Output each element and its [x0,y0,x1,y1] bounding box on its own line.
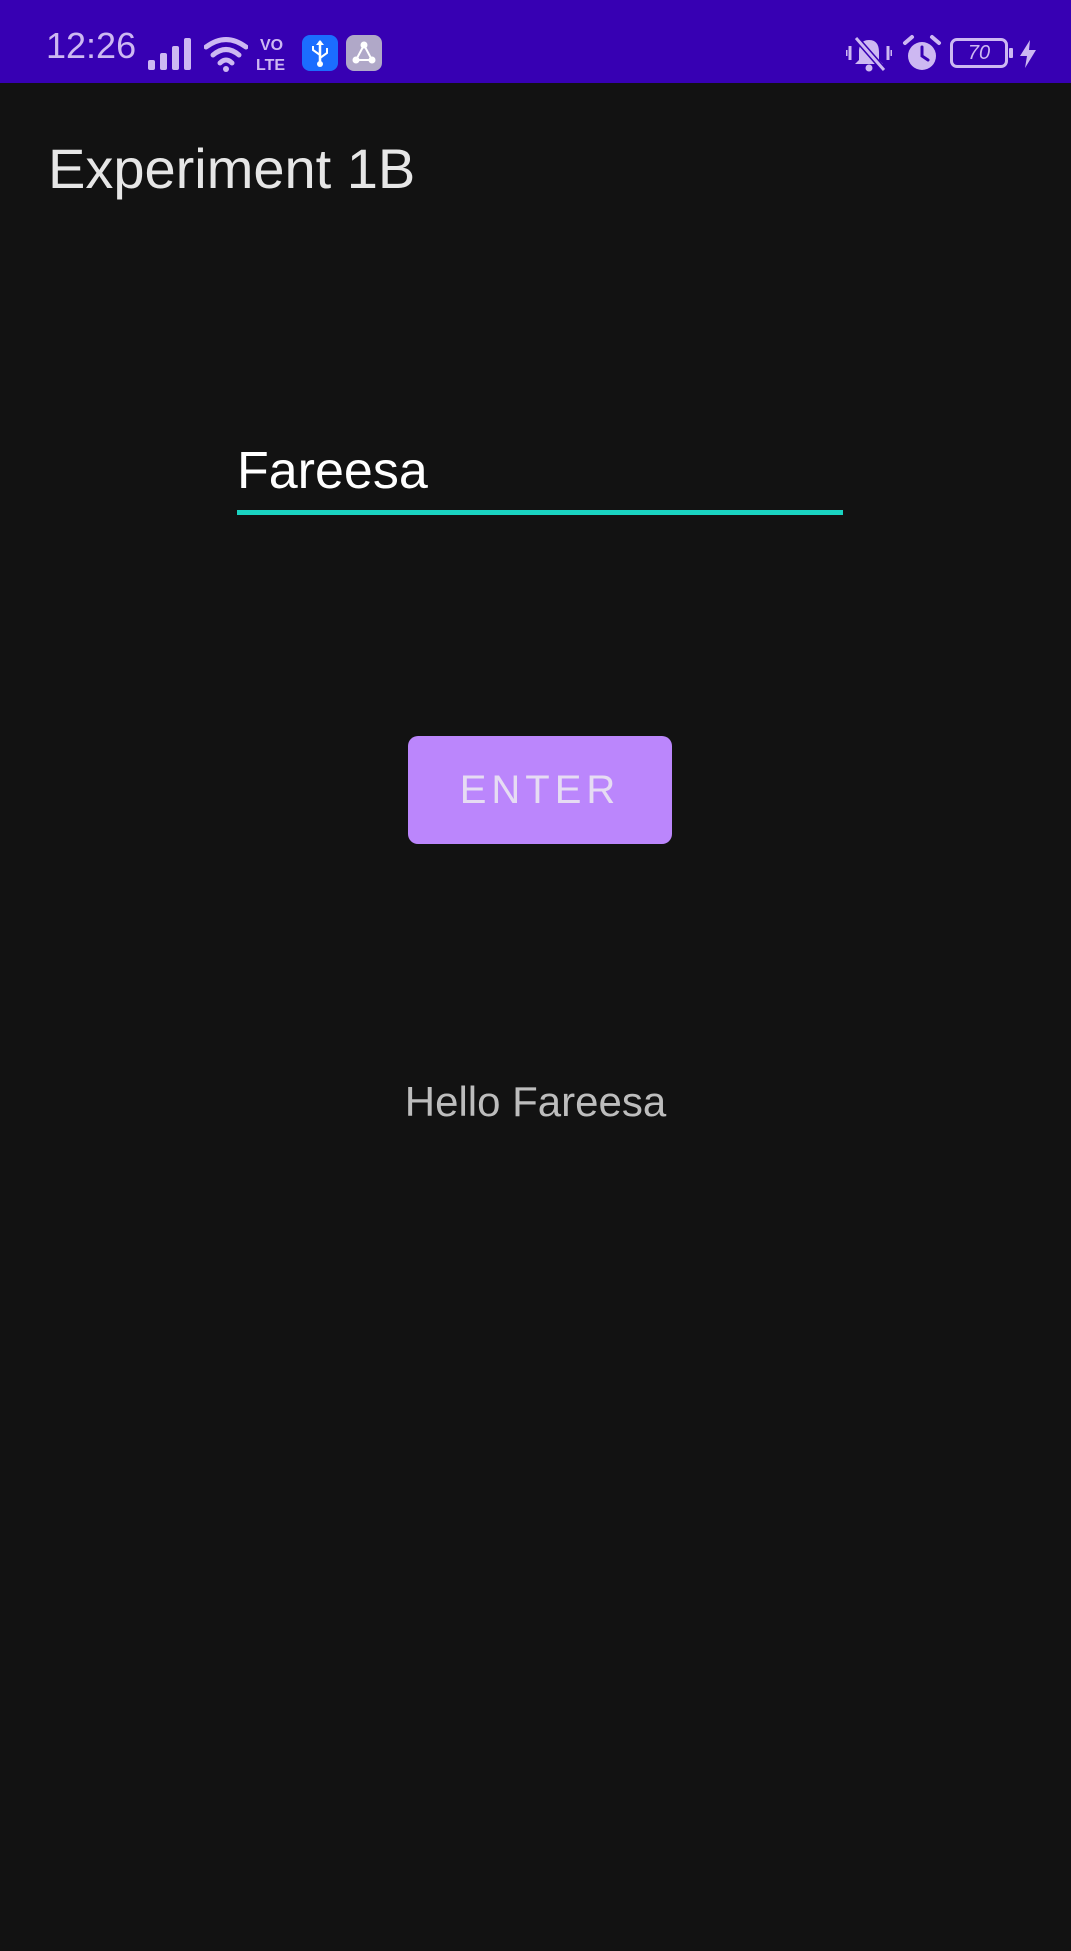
battery-icon: 70 [950,38,1013,68]
vibrate-off-icon [846,36,892,72]
alarm-icon [903,35,941,70]
signal-icon [148,38,191,70]
volte-icon: VO LTE [256,37,285,74]
name-field[interactable] [237,432,843,518]
svg-text:VO: VO [260,37,283,54]
enter-button[interactable]: ENTER [408,736,672,844]
status-time: 12:26 [46,25,137,66]
charging-icon [1020,40,1036,68]
wifi-icon [204,37,248,72]
status-bar: 12:26 VO LTE 70 [0,0,1071,83]
app-title: Experiment 1B [48,137,416,200]
battery-level: 70 [967,42,991,64]
name-input[interactable] [237,432,843,510]
app-notification-icon [346,35,382,71]
greeting-text: Hello Fareesa [404,1078,667,1125]
app-screen: 12:26 VO LTE 70 Experiment 1B Fareesa EN… [0,0,1071,1951]
svg-text:LTE: LTE [256,57,285,74]
usb-icon [302,35,338,71]
name-input-underline [237,510,843,515]
